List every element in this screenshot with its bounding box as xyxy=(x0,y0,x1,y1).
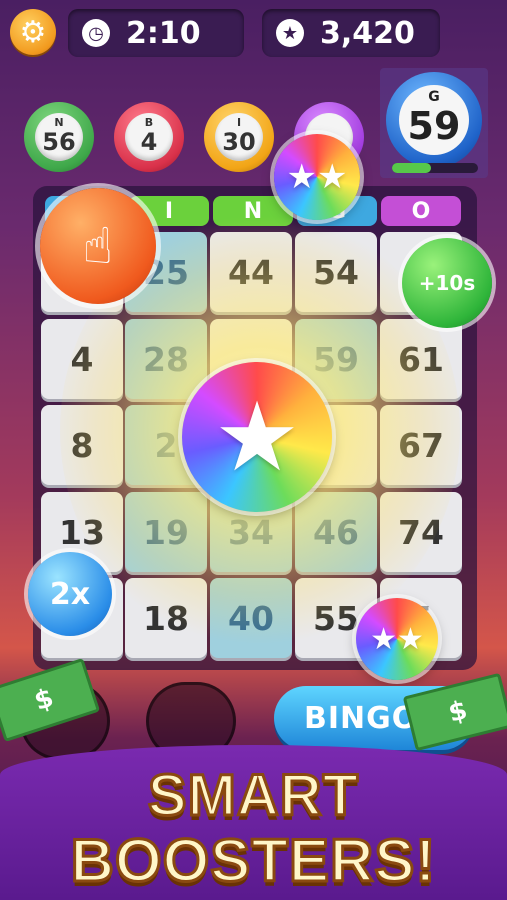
timer-display: ◷ 2:10 xyxy=(68,9,244,57)
bingo-cell[interactable]: 67 xyxy=(380,405,462,485)
ball-timer-fill xyxy=(392,163,431,173)
free-daub-booster-bottom[interactable]: ★★ xyxy=(356,598,438,680)
bingo-cell[interactable]: 61 xyxy=(380,319,462,399)
headline-line-1: SMART xyxy=(146,762,360,830)
bingo-cell[interactable]: 18 xyxy=(125,578,207,658)
multi-star-icon: ★★ xyxy=(370,621,424,657)
bingo-cell[interactable]: 44 xyxy=(210,232,292,312)
bingo-button-label: BINGO xyxy=(304,700,419,736)
money-icon-right: $ xyxy=(402,672,507,752)
current-ball: G 59 xyxy=(386,72,482,168)
ball-timer-bar xyxy=(392,163,478,173)
double-booster[interactable]: 2x xyxy=(28,552,112,636)
headline-line-2: BOOSTERS! xyxy=(69,826,437,896)
bingo-cell[interactable]: 19 xyxy=(125,492,207,572)
bingo-cell[interactable]: 54 xyxy=(295,232,377,312)
settings-button[interactable]: ⚙ xyxy=(10,9,56,55)
time-booster-label: +10s xyxy=(418,271,476,295)
bingo-cell[interactable]: 8 xyxy=(41,405,123,485)
bingo-cell[interactable]: 46 xyxy=(295,492,377,572)
called-ball-1: N 56 xyxy=(24,102,94,172)
multi-star-icon: ★★ xyxy=(286,157,348,197)
double-booster-label: 2x xyxy=(49,576,91,612)
star-coin-icon: ★ xyxy=(276,19,304,47)
score-display: ★ 3,420 xyxy=(262,9,440,57)
dauber-booster[interactable]: ☝ xyxy=(40,188,156,304)
timer-value: 2:10 xyxy=(126,15,201,51)
free-daub-booster-top[interactable]: ★★ xyxy=(274,134,360,220)
gear-icon: ⚙ xyxy=(19,14,47,50)
tap-hand-icon: ☝ xyxy=(82,217,114,275)
called-ball-2: B4 xyxy=(114,102,184,172)
bingo-cell[interactable]: 74 xyxy=(380,492,462,572)
bingo-cell[interactable]: 4 xyxy=(41,319,123,399)
bingo-cell[interactable]: 28 xyxy=(125,319,207,399)
bingo-cell[interactable]: 40 xyxy=(210,578,292,658)
score-value: 3,420 xyxy=(320,15,415,51)
time-booster[interactable]: +10s xyxy=(402,238,492,328)
center-star-booster[interactable]: ★ xyxy=(182,362,332,512)
column-header: O xyxy=(381,196,461,226)
star-icon: ★ xyxy=(213,381,301,493)
called-ball-3: I 30 xyxy=(204,102,274,172)
clock-icon: ◷ xyxy=(82,19,110,47)
